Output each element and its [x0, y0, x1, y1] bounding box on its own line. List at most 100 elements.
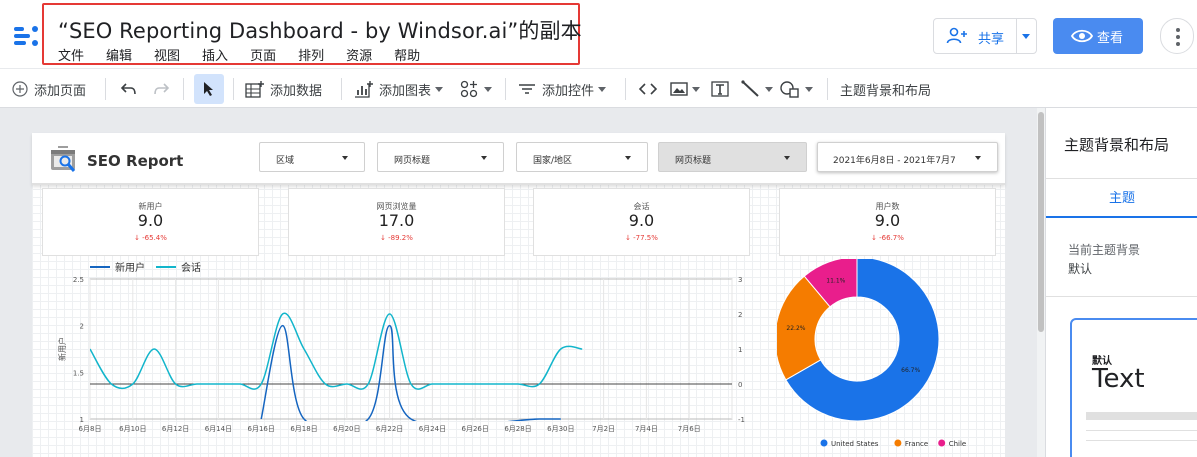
x-tick-label: 6月24日 — [419, 425, 446, 433]
panel-divider — [1046, 296, 1197, 297]
time-series-chart[interactable]: 新用户 会话 2.5 2 1.5 1 3 2 1 0 -1 新用户 6月8日 6月10日 6月12日 6月14… — [32, 259, 762, 457]
toolbar-divider — [827, 78, 828, 100]
share-caret-icon[interactable] — [1022, 34, 1030, 39]
legend-label: France — [905, 440, 928, 448]
scorecard-users[interactable]: 用户数 9.0 ↓ -66.7% — [779, 188, 996, 256]
share-label: 共享 — [978, 32, 1005, 47]
add-circle-icon — [12, 81, 28, 97]
data-studio-logo-icon[interactable] — [12, 22, 40, 50]
x-tick-label: 6月12日 — [162, 425, 189, 433]
community-viz-button[interactable] — [460, 69, 492, 109]
scorecard-value: 9.0 — [137, 211, 164, 230]
tab-theme-label: 主题 — [1108, 191, 1135, 206]
scorecard-delta: ↓ -65.4% — [134, 234, 167, 242]
legend-dot — [894, 439, 902, 447]
canvas-scrollbar[interactable] — [1037, 108, 1045, 457]
x-tick-label: 6月22日 — [376, 425, 403, 433]
filter-page-title-dropdown-2[interactable]: 网页标题 — [658, 142, 807, 172]
slice-label: 22.2% — [786, 325, 805, 332]
shape-button[interactable] — [779, 69, 813, 109]
add-data-label: 添加数据 — [270, 83, 323, 99]
add-control-label: 添加控件 — [542, 83, 595, 99]
panel-title: 主题背景和布局 — [1064, 136, 1170, 154]
legend-label: Chile — [949, 440, 967, 448]
toolbar: 添加页面 添加数据 添加图表 添加控件 主题背景和布局 — [0, 68, 1197, 108]
more-options-button[interactable] — [1160, 18, 1194, 54]
theme-card-preview-bar — [1086, 412, 1197, 420]
cursor-icon — [204, 82, 213, 96]
add-control-caret-icon — [598, 86, 607, 92]
y-left-tick-label: 2 — [80, 323, 84, 331]
slice-label: 11.1% — [826, 278, 845, 285]
scrollbar-thumb[interactable] — [1038, 112, 1044, 332]
view-button[interactable]: 查看 — [1053, 18, 1143, 54]
add-chart-button[interactable]: 添加图表 — [354, 69, 444, 109]
add-page-button[interactable]: 添加页面 — [12, 69, 86, 109]
legend-dot — [820, 439, 828, 447]
scorecard-delta: ↓ -89.2% — [380, 234, 413, 242]
report-page: SEO Report 区域 网页标题 国家/地区 网页标题 2021年6月8日 … — [32, 133, 1005, 457]
country-donut-chart[interactable]: 66.7% 22.2% 11.1% United States France Chile — [777, 259, 1005, 457]
menu-view[interactable]: 视图 — [154, 45, 180, 64]
line-button[interactable] — [741, 69, 773, 109]
embed-url-button[interactable] — [638, 69, 658, 109]
x-tick-label: 6月30日 — [547, 425, 574, 433]
filter-country-dropdown[interactable]: 国家/地区 — [516, 142, 648, 172]
theme-layout-button[interactable]: 主题背景和布局 — [840, 69, 931, 109]
eye-icon — [1071, 29, 1093, 43]
menu-edit[interactable]: 编辑 — [106, 45, 132, 64]
theme-card-preview-line — [1086, 430, 1197, 431]
filter-page-title-dropdown[interactable]: 网页标题 — [377, 142, 504, 172]
community-viz-caret-icon — [484, 86, 492, 92]
x-tick-label: 6月16日 — [248, 425, 275, 433]
menu-resource[interactable]: 资源 — [346, 45, 372, 64]
date-range-picker[interactable]: 2021年6月8日 - 2021年7月7日 — [817, 142, 998, 172]
app-window: “SEO Reporting Dashboard - by Windsor.ai… — [0, 0, 1197, 457]
current-theme-value: 默认 — [1068, 262, 1093, 276]
y-left-tick-label: 2.5 — [73, 276, 84, 284]
menu-help[interactable]: 帮助 — [394, 45, 420, 64]
toolbar-divider — [625, 78, 626, 100]
share-button[interactable]: 共享 — [933, 18, 1037, 54]
theme-layout-label: 主题背景和布局 — [840, 83, 932, 99]
title-highlight-box: “SEO Reporting Dashboard - by Windsor.ai… — [42, 3, 582, 65]
legend-label: 新用户 — [115, 261, 145, 274]
scorecard-new-users[interactable]: 新用户 9.0 ↓ -65.4% — [42, 188, 259, 256]
undo-button[interactable] — [120, 69, 138, 109]
code-icon — [638, 83, 658, 95]
x-tick-label: 7月4日 — [635, 425, 658, 433]
tab-theme[interactable]: 主题 — [1046, 178, 1197, 218]
legend-dot — [938, 439, 946, 447]
search-console-logo-icon — [51, 146, 76, 172]
report-header: SEO Report 区域 网页标题 国家/地区 网页标题 2021年6月8日 … — [32, 133, 1005, 185]
filter-page-title-label: 网页标题 — [394, 156, 431, 166]
x-tick-label: 6月14日 — [205, 425, 232, 433]
y-left-tick-label: 1 — [80, 416, 84, 424]
add-chart-label: 添加图表 — [379, 83, 432, 99]
text-box-icon — [711, 81, 729, 97]
redo-button[interactable] — [152, 69, 170, 109]
document-title[interactable]: “SEO Reporting Dashboard - by Windsor.ai… — [58, 15, 582, 45]
toolbar-divider — [233, 78, 234, 100]
scorecard-sessions[interactable]: 会话 9.0 ↓ -77.5% — [533, 188, 750, 256]
add-data-button[interactable]: 添加数据 — [245, 69, 322, 109]
menu-page[interactable]: 页面 — [250, 45, 276, 64]
menu-file[interactable]: 文件 — [58, 45, 84, 64]
view-label: 查看 — [1097, 31, 1124, 46]
theme-card-default[interactable]: 默认 Text — [1070, 318, 1197, 457]
add-control-button[interactable]: 添加控件 — [518, 69, 607, 109]
text-button[interactable] — [710, 69, 730, 109]
image-button[interactable] — [670, 69, 700, 109]
menu-insert[interactable]: 插入 — [202, 45, 228, 64]
image-caret-icon — [692, 86, 700, 92]
dropdown-caret-icon — [975, 156, 981, 160]
select-tool-button[interactable] — [194, 74, 224, 104]
toolbar-divider — [505, 78, 506, 100]
filter-region-dropdown[interactable]: 区域 — [259, 142, 365, 172]
shape-icon — [780, 81, 799, 98]
scorecard-value: 9.0 — [628, 211, 655, 230]
scorecard-pageviews[interactable]: 网页浏览量 17.0 ↓ -89.2% — [288, 188, 505, 256]
add-chart-icon — [355, 81, 373, 98]
menu-arrange[interactable]: 排列 — [298, 45, 324, 64]
y-right-tick-label: 1 — [738, 346, 742, 354]
